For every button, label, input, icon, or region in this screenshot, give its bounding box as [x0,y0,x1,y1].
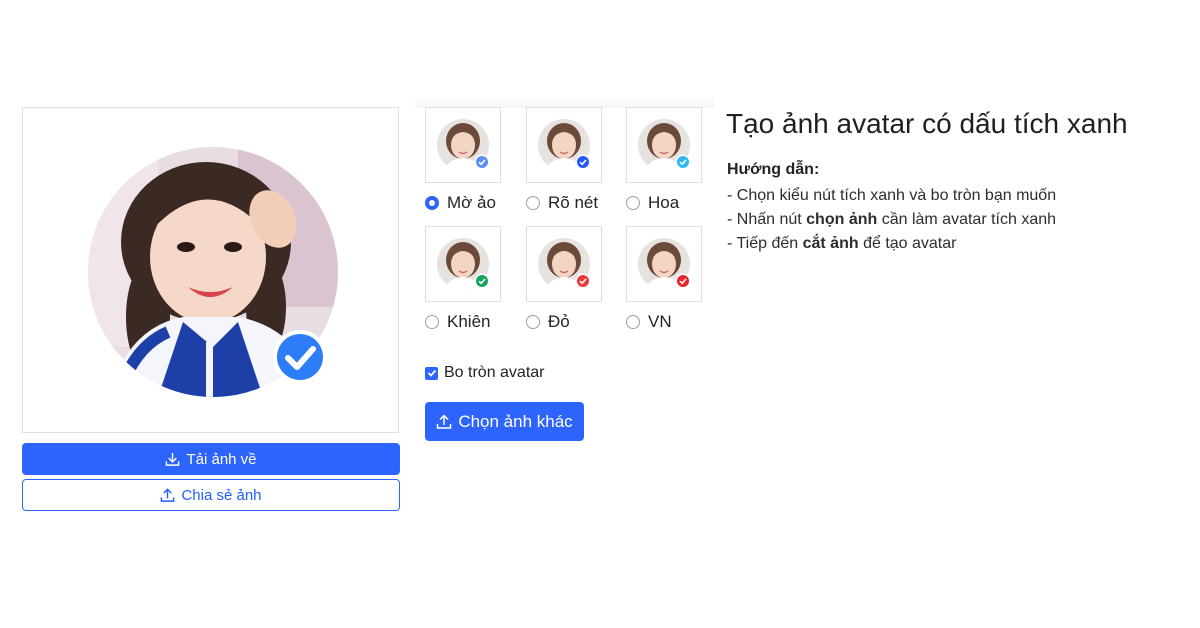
download-icon [166,452,180,466]
radio-button[interactable] [425,196,439,210]
download-label: Tải ảnh về [186,450,257,468]
radio-button[interactable] [425,315,439,329]
page-title: Tạo ảnh avatar có dấu tích xanh [726,108,1128,139]
badge-check-icon [675,273,691,289]
style-thumbnail[interactable] [526,226,602,302]
badge-check-icon [474,154,490,170]
style-option[interactable]: VN [626,312,672,332]
radio-button[interactable] [626,315,640,329]
badge-check-icon [575,154,591,170]
radio-button[interactable] [526,315,540,329]
round-avatar-checkbox[interactable]: Bo tròn avatar [425,364,545,382]
style-thumbnail[interactable] [526,107,602,183]
checkbox-checked-icon[interactable] [425,366,438,380]
style-option[interactable]: Hoa [626,193,679,213]
guide-line-2: - Nhấn nút chọn ảnh cần làm avatar tích … [727,211,1057,228]
style-option-label: Khiên [447,312,491,331]
style-thumbnail[interactable] [425,107,501,183]
verified-check-icon [273,330,327,384]
style-thumbnail[interactable] [425,226,501,302]
style-option[interactable]: Rõ nét [526,193,598,213]
download-button[interactable]: Tải ảnh về [22,443,400,475]
share-button[interactable]: Chia sẻ ảnh [22,479,400,511]
style-option[interactable]: Mờ ảo [425,193,496,213]
radio-button[interactable] [526,196,540,210]
style-option[interactable]: Đỏ [526,312,570,332]
top-shadow [415,94,715,108]
style-option[interactable]: Khiên [425,312,490,332]
round-avatar-label: Bo tròn avatar [444,364,545,381]
style-thumbnail[interactable] [626,107,702,183]
upload-share-icon [161,487,175,502]
radio-button[interactable] [626,196,640,210]
badge-check-icon [474,273,490,289]
badge-check-icon [675,154,691,170]
upload-icon [437,413,452,429]
style-option-label: Hoa [648,193,680,212]
choose-image-label: Chọn ảnh khác [458,411,573,431]
badge-check-icon [575,273,591,289]
guide-heading: Hướng dẫn: [727,161,820,178]
guide-line-3: - Tiếp đến cắt ảnh để tạo avatar [727,235,957,252]
share-label: Chia sẻ ảnh [181,486,262,504]
style-option-label: VN [648,312,672,331]
style-thumbnail[interactable] [626,226,702,302]
style-option-label: Mờ ảo [447,193,496,212]
style-option-label: Rõ nét [548,193,599,212]
choose-image-button[interactable]: Chọn ảnh khác [425,402,584,441]
avatar-preview-panel [22,107,399,433]
guide-line-1: - Chọn kiểu nút tích xanh và bo tròn bạn… [727,187,1057,204]
style-option-label: Đỏ [548,312,570,331]
